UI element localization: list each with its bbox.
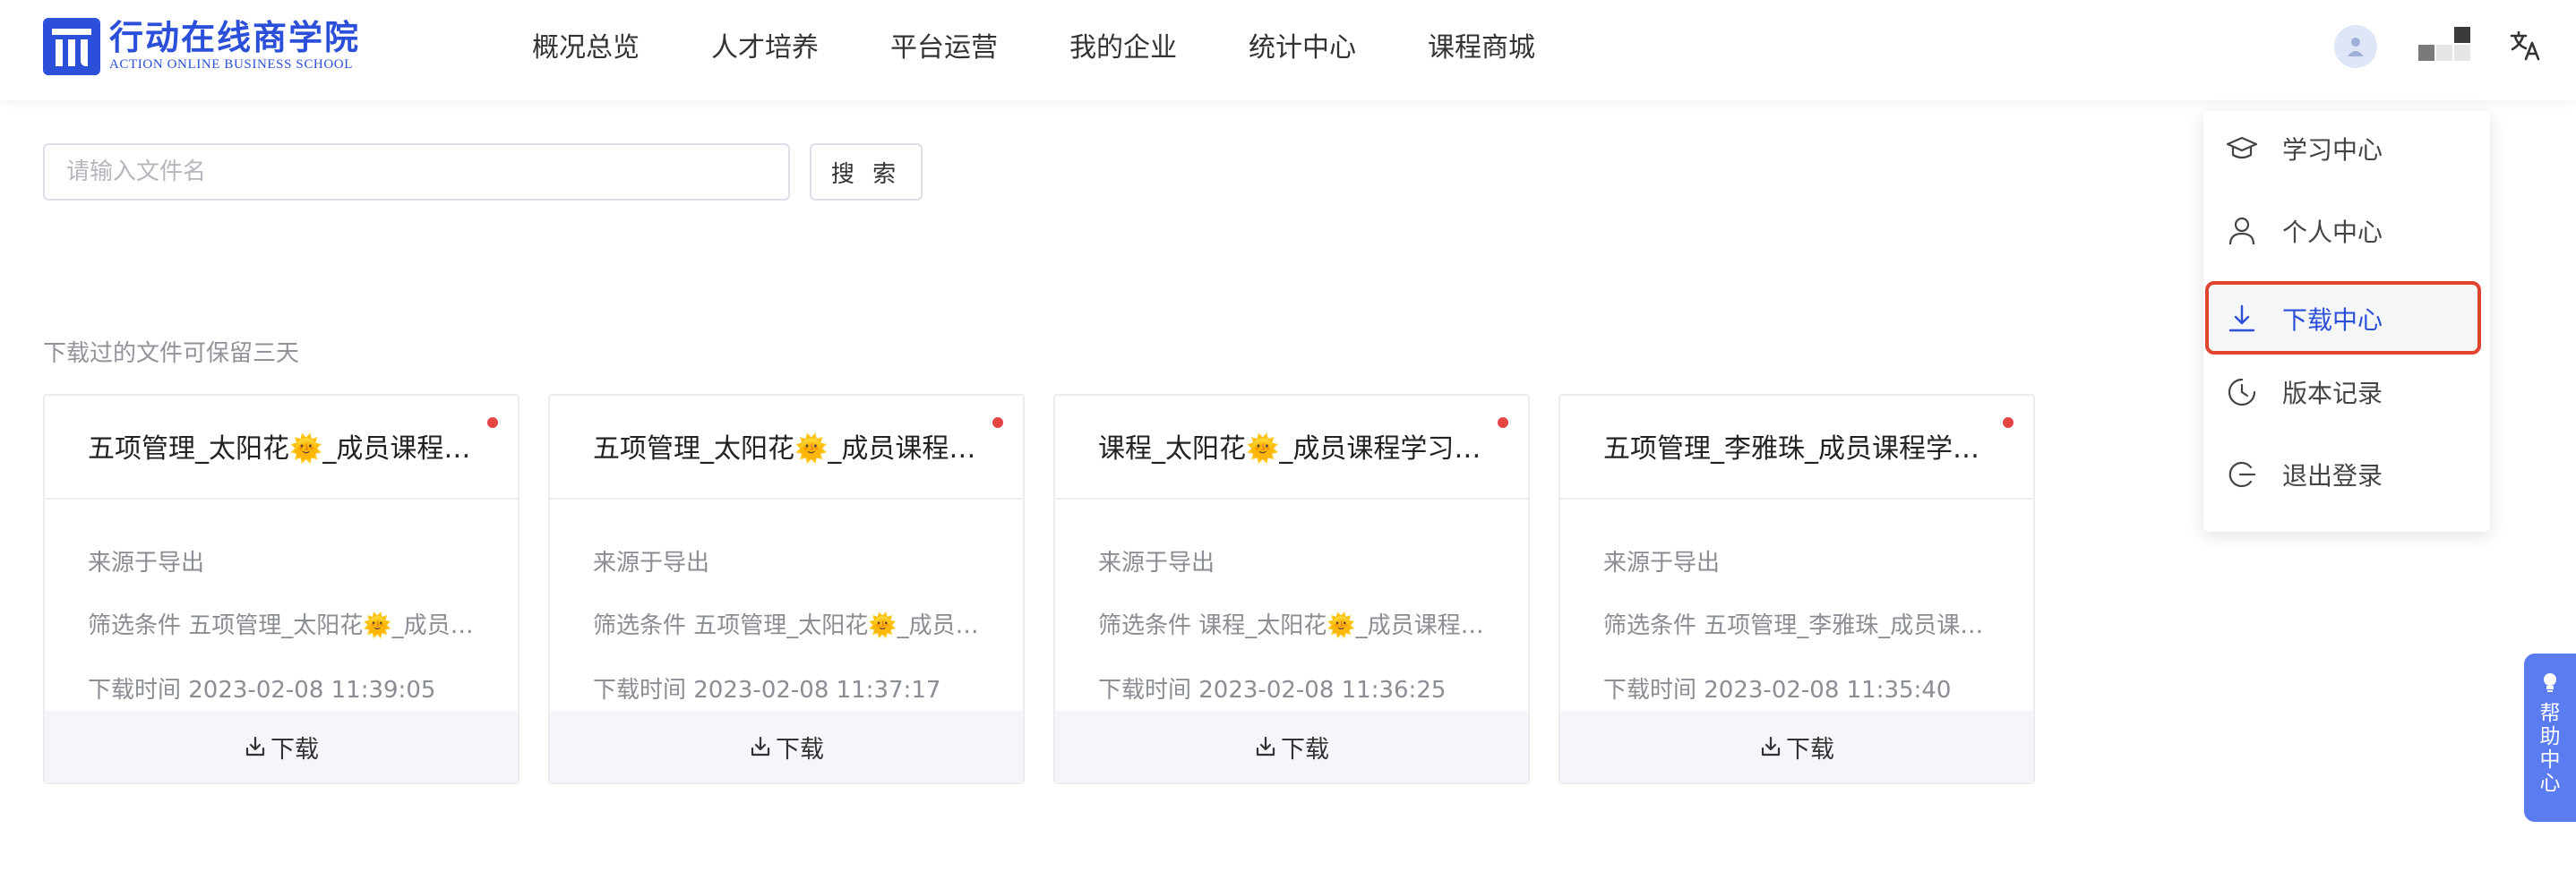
main-nav: 概况总览 人才培养 平台运营 我的企业 统计中心 课程商城 [532, 0, 1607, 90]
menu-item-learning-center[interactable]: 学习中心 [2203, 111, 2490, 186]
card-source: 来源于导出 [593, 550, 710, 577]
nav-item-course-mall[interactable]: 课程商城 [1428, 25, 1535, 64]
card-title: 课程_太阳花🌞_成员课程学习明细 [1098, 433, 1492, 465]
download-button[interactable]: 下载 [1055, 711, 1528, 782]
user-avatar-icon [2348, 38, 2364, 56]
menu-item-download-center[interactable]: 下载中心 [2203, 281, 2490, 356]
card-filter: 筛选条件 五项管理_李雅珠_成员课程学习 [1603, 612, 1997, 639]
active-menu-highlight: 下载中心 [2205, 281, 2481, 355]
logo-mark-icon [43, 18, 100, 75]
nav-item-talent[interactable]: 人才培养 [711, 25, 819, 64]
unread-dot [1498, 417, 1508, 428]
download-icon [1761, 736, 1781, 757]
menu-item-version-history[interactable]: 版本记录 [2203, 355, 2490, 430]
card-filter: 筛选条件 五项管理_太阳花🌞_成员课程 [88, 612, 482, 639]
card-time: 下载时间 2023-02-08 11:39:05 [88, 677, 436, 704]
menu-item-label: 退出登录 [2282, 461, 2383, 491]
download-icon [245, 736, 265, 757]
card-title: 五项管理_太阳花🌞_成员课程学习明细 [593, 433, 987, 465]
card-title: 五项管理_太阳花🌞_成员课程学习明细 [88, 433, 482, 465]
retention-note: 下载过的文件可保留三天 [43, 340, 300, 367]
nav-item-enterprise[interactable]: 我的企业 [1069, 25, 1177, 64]
menu-item-label: 下载中心 [2282, 305, 2383, 335]
download-label: 下载 [270, 735, 319, 764]
download-label: 下载 [776, 735, 824, 764]
download-label: 下载 [1786, 735, 1834, 764]
download-button[interactable]: 下载 [45, 711, 518, 782]
download-card: 五项管理_太阳花🌞_成员课程学习明细 来源于导出 筛选条件 五项管理_太阳花🌞_… [43, 394, 519, 784]
download-icon [2228, 304, 2255, 332]
logo-title: 行动在线商学院 [109, 18, 361, 57]
download-card: 五项管理_李雅珠_成员课程学习明细 来源于导出 筛选条件 五项管理_李雅珠_成员… [1558, 394, 2035, 784]
card-title: 五项管理_李雅珠_成员课程学习明细 [1603, 433, 1997, 465]
unread-dot [992, 417, 1003, 428]
menu-item-personal-center[interactable]: 个人中心 [2203, 193, 2490, 269]
download-label: 下载 [1281, 735, 1329, 764]
translate-icon[interactable] [2508, 27, 2544, 63]
logo[interactable]: 行动在线商学院 ACTION ONLINE BUSINESS SCHOOL [43, 16, 360, 77]
graduation-cap-icon [2226, 136, 2258, 159]
avatar[interactable] [2334, 25, 2377, 68]
menu-item-logout[interactable]: 退出登录 [2203, 437, 2490, 512]
card-time: 下载时间 2023-02-08 11:37:17 [593, 677, 941, 704]
card-source: 来源于导出 [1098, 550, 1215, 577]
download-button[interactable]: 下载 [550, 711, 1023, 782]
nav-item-overview[interactable]: 概况总览 [532, 25, 640, 64]
search-input[interactable] [43, 143, 790, 201]
card-time: 下载时间 2023-02-08 11:35:40 [1603, 677, 1952, 704]
menu-item-label: 个人中心 [2282, 218, 2383, 247]
help-label: 帮助中心 [2539, 702, 2561, 795]
history-icon [2228, 378, 2256, 406]
logo-subtitle: ACTION ONLINE BUSINESS SCHOOL [109, 57, 353, 72]
unread-dot [487, 417, 498, 428]
card-filter: 筛选条件 五项管理_太阳花🌞_成员课程 [593, 612, 987, 639]
unread-dot [2003, 417, 2014, 428]
card-source: 来源于导出 [88, 550, 205, 577]
download-button[interactable]: 下载 [1560, 711, 2033, 782]
download-card: 五项管理_太阳花🌞_成员课程学习明细 来源于导出 筛选条件 五项管理_太阳花🌞_… [548, 394, 1025, 784]
lightbulb-icon [2544, 673, 2556, 692]
menu-item-label: 版本记录 [2282, 379, 2383, 408]
help-center-tab[interactable]: 帮助中心 [2524, 654, 2576, 822]
search-button[interactable]: 搜 索 [810, 143, 923, 201]
download-icon [1256, 736, 1275, 757]
card-time: 下载时间 2023-02-08 11:36:25 [1098, 677, 1447, 704]
logout-icon [2228, 461, 2256, 488]
menu-item-label: 学习中心 [2282, 135, 2383, 165]
download-card: 课程_太阳花🌞_成员课程学习明细 来源于导出 筛选条件 课程_太阳花🌞_成员课程… [1053, 394, 1530, 784]
nav-item-statistics[interactable]: 统计中心 [1249, 25, 1356, 64]
download-icon [751, 736, 770, 757]
app-switcher-icon[interactable] [2415, 27, 2472, 66]
nav-item-operations[interactable]: 平台运营 [890, 25, 998, 64]
user-icon [2228, 217, 2255, 245]
card-source: 来源于导出 [1603, 550, 1721, 577]
top-header: 行动在线商学院 ACTION ONLINE BUSINESS SCHOOL 概况… [0, 0, 2576, 100]
card-filter: 筛选条件 课程_太阳花🌞_成员课程学习 [1098, 612, 1492, 639]
